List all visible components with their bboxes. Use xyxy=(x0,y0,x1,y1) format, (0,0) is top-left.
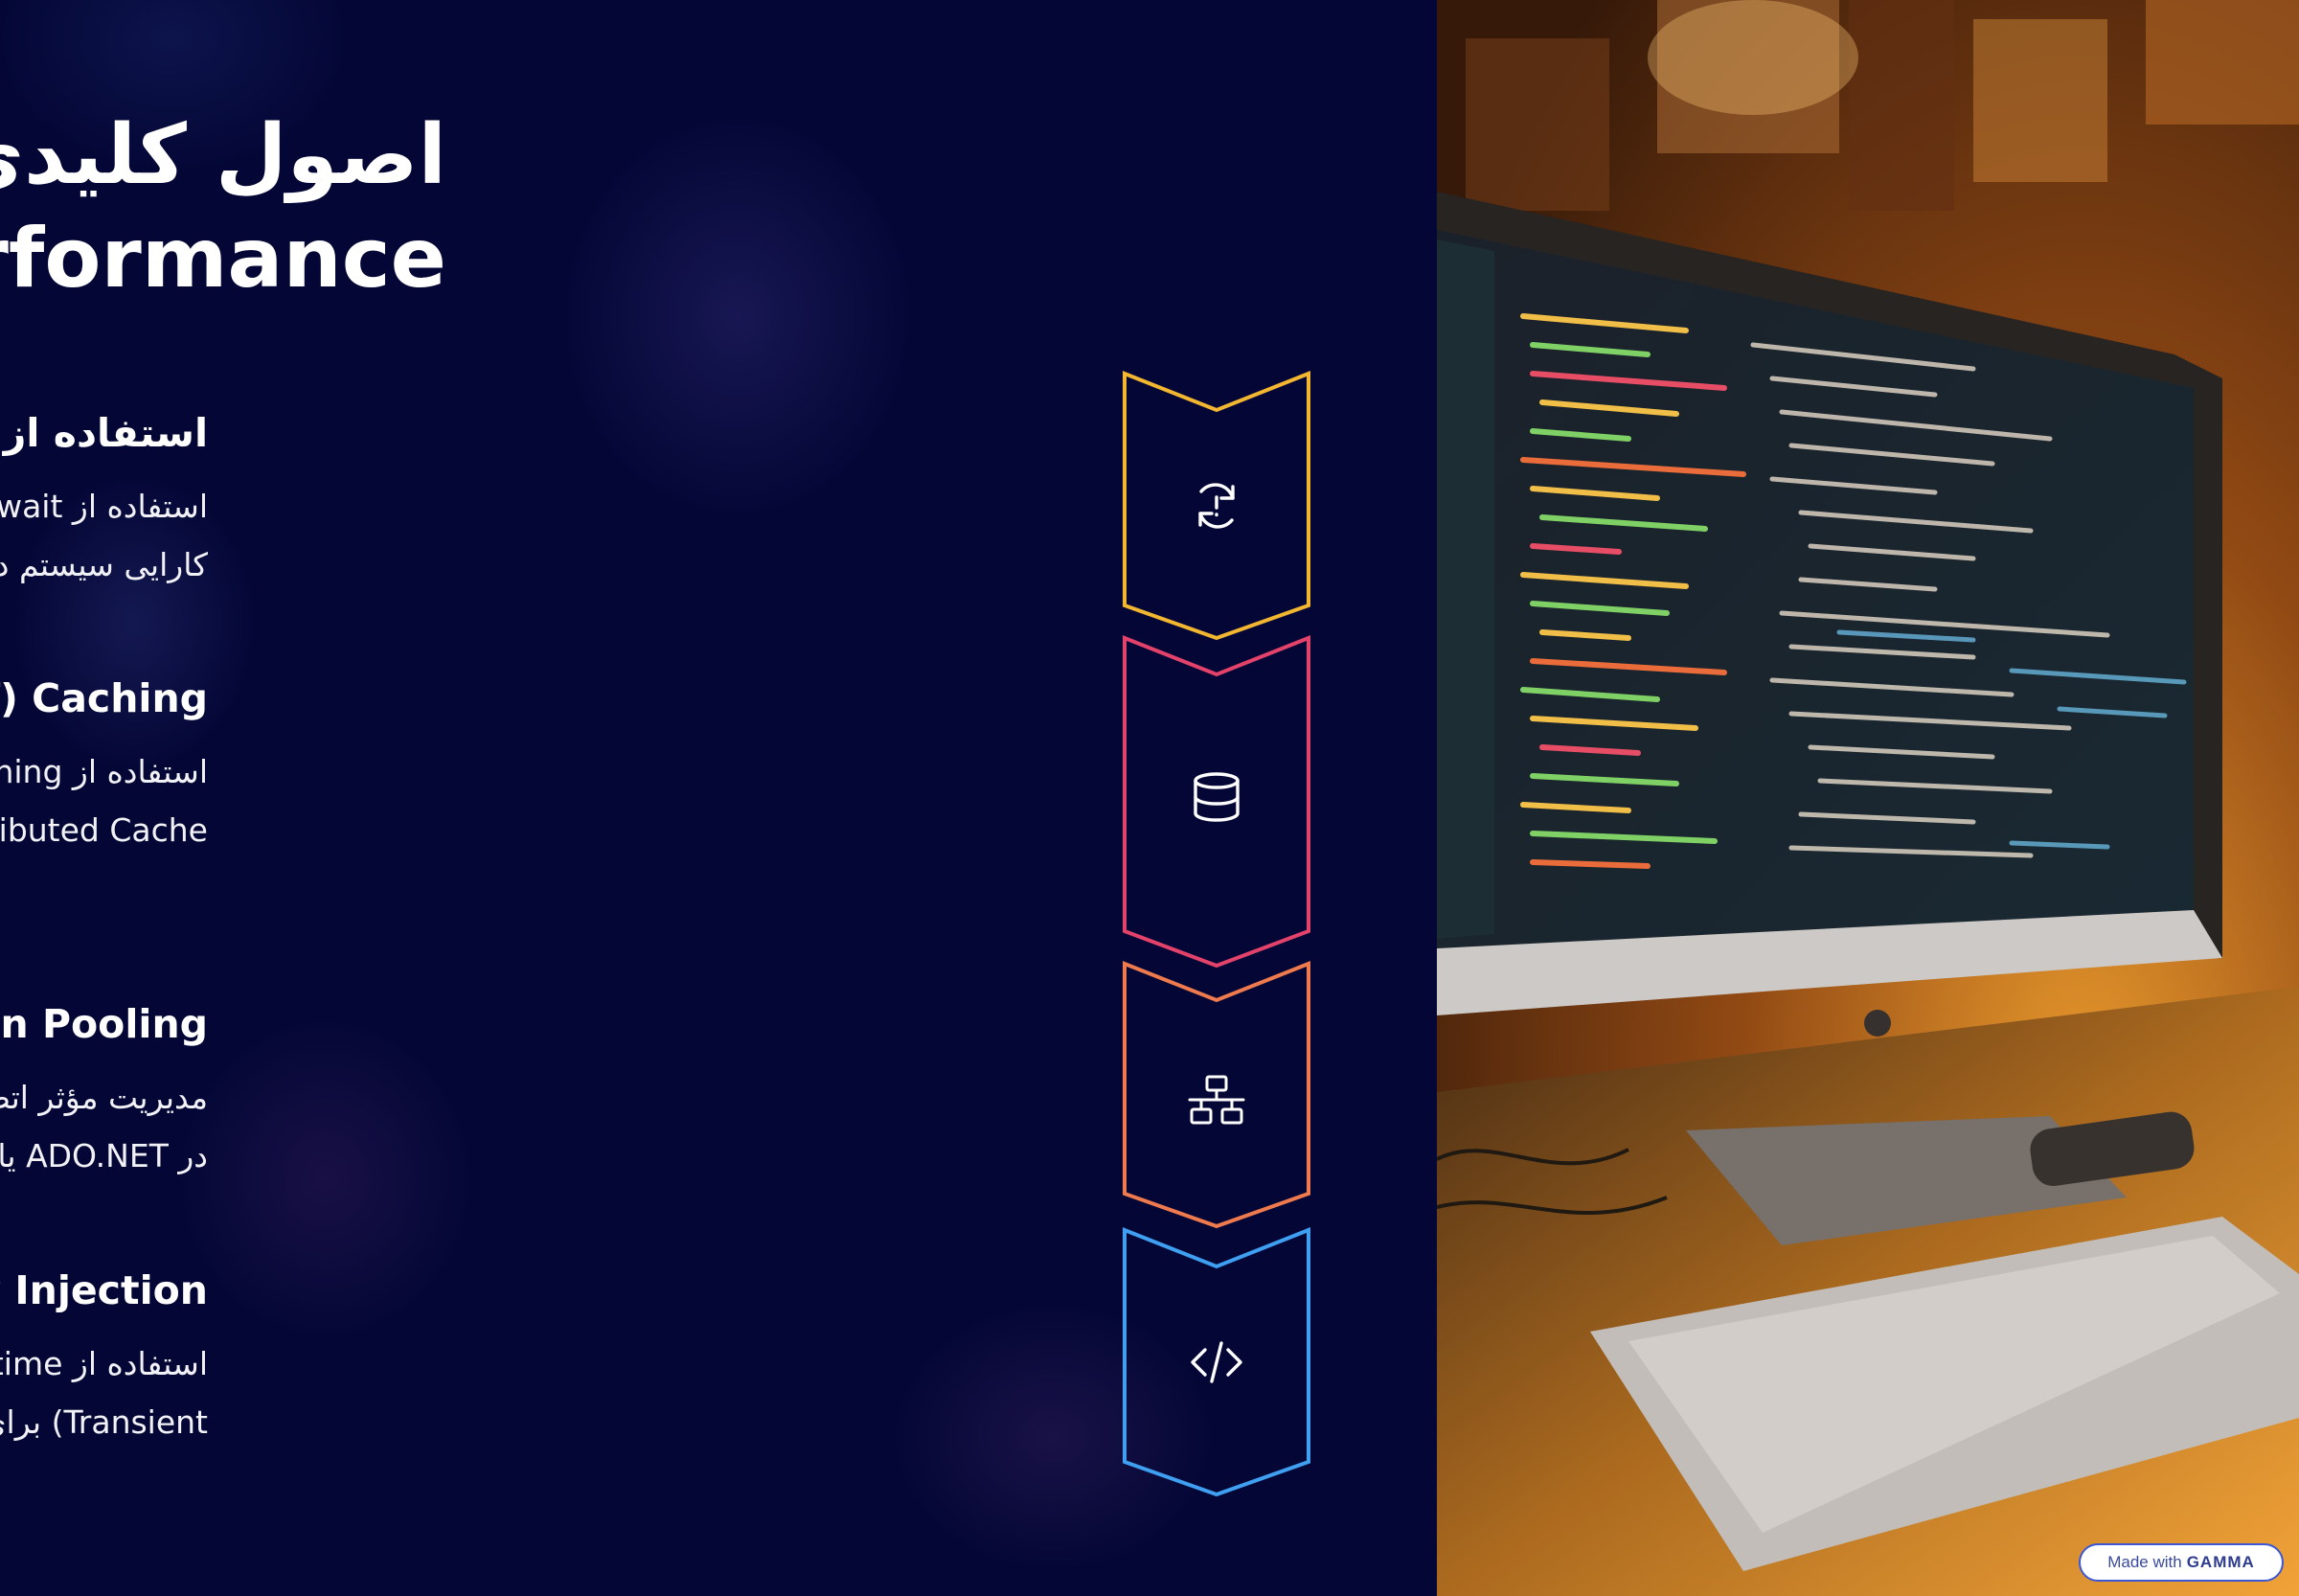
network-icon xyxy=(1188,1075,1245,1125)
item-4-text: Dependency Injection مناسب استفاده از li… xyxy=(0,1264,208,1451)
item-1-chevron xyxy=(1121,370,1312,640)
item-2-chevron xyxy=(1121,634,1312,968)
item-1-body: استفاده از async/await برای بهبود respon… xyxy=(0,488,208,583)
item-1-text: استفاده از Asynchronous Programming استف… xyxy=(0,406,208,594)
item-1-heading: استفاده از Asynchronous Programming xyxy=(0,410,208,456)
gamma-logo: GAMMA xyxy=(2186,1553,2255,1571)
item-4-body: استفاده از lifetime مناسب برای سرویس‌ها … xyxy=(0,1345,208,1441)
database-icon xyxy=(1194,772,1240,822)
item-2-heading: Caching (کش کردن داده‌ها) xyxy=(0,675,208,721)
page-title: اصول کلیدی بهبود Performance در .NET xyxy=(0,107,446,307)
item-4-heading: Dependency Injection مناسب xyxy=(0,1267,208,1313)
made-with-gamma-badge[interactable]: Made with GAMMA xyxy=(2079,1543,2284,1582)
code-icon xyxy=(1191,1341,1242,1383)
badge-prefix: Made with xyxy=(2107,1553,2182,1571)
item-3-chevron xyxy=(1121,960,1312,1228)
item-3-text: Connection Pooling مدیریت مؤثر اتصال‌ها … xyxy=(0,997,208,1185)
item-4-chevron xyxy=(1121,1226,1312,1496)
item-3-heading: Connection Pooling xyxy=(0,1001,208,1047)
slide: اصول کلیدی بهبود Performance در .NET است… xyxy=(0,0,2299,1596)
item-3-body: مدیریت مؤثر اتصال‌ها به پایگاه‌داده با ا… xyxy=(0,1079,208,1174)
computer-monitor-photo xyxy=(1437,0,2299,1596)
item-2-text: Caching (کش کردن داده‌ها) استفاده از in-… xyxy=(0,672,208,859)
content-panel: اصول کلیدی بهبود Performance در .NET است… xyxy=(0,0,1437,1596)
refresh-alert-icon xyxy=(1198,483,1235,529)
item-2-body: استفاده از in-memory caching مانند Memor… xyxy=(0,753,208,849)
